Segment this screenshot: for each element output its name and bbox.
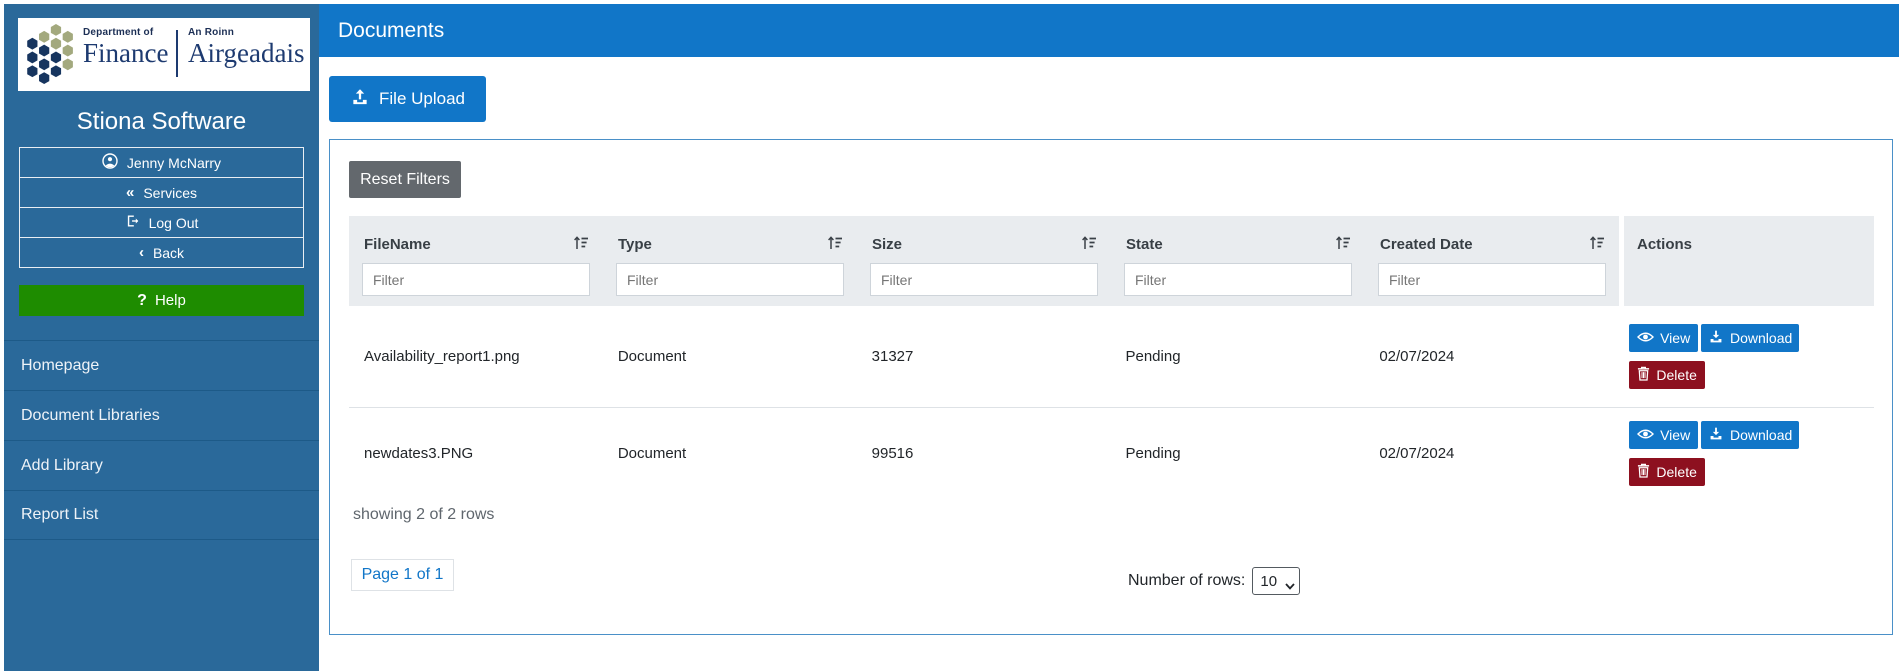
- user-button-label: Jenny McNarry: [126, 154, 222, 171]
- eye-icon: [1637, 427, 1655, 443]
- row-count-summary: showing 2 of 2 rows: [353, 506, 495, 523]
- cell-created-date: 02/07/2024: [1379, 348, 1455, 365]
- cell-type: Document: [617, 444, 687, 462]
- logo-divider: [176, 30, 178, 77]
- help-button-label: Help: [154, 292, 186, 309]
- view-button-label: View: [1660, 330, 1691, 346]
- state-filter-input[interactable]: [1124, 263, 1352, 296]
- sort-icon[interactable]: [827, 235, 843, 256]
- reset-filters-button[interactable]: Reset Filters: [349, 161, 461, 198]
- logout-button-label: Log Out: [148, 214, 199, 231]
- delete-button[interactable]: Delete: [1629, 457, 1706, 486]
- view-button-label: View: [1660, 426, 1691, 443]
- cell-state: Pending: [1125, 444, 1181, 462]
- sidebar-item-report-list[interactable]: Report List: [4, 490, 319, 540]
- column-size-label: Size: [872, 236, 903, 253]
- table-header: FileName Type Size: [349, 216, 1619, 306]
- type-filter-input[interactable]: [616, 263, 844, 296]
- trash-icon: [1637, 463, 1650, 481]
- cell-state: Pending: [1125, 348, 1181, 365]
- question-mark-icon: ?: [137, 291, 147, 309]
- file-upload-button[interactable]: File Upload: [329, 76, 486, 122]
- trash-icon: [1637, 366, 1650, 384]
- cell-size: 99516: [871, 444, 914, 462]
- delete-button-label: Delete: [1656, 463, 1697, 480]
- column-created-date-label: Created Date: [1380, 236, 1473, 253]
- sort-icon[interactable]: [1335, 235, 1351, 256]
- chevron-left-icon: ‹: [138, 244, 144, 261]
- logo-an-roinn: An Roinn: [188, 27, 235, 38]
- user-circle-icon: [102, 153, 118, 172]
- delete-button[interactable]: Delete: [1629, 361, 1706, 389]
- column-filename-label: FileName: [364, 236, 431, 253]
- services-button[interactable]: « Services: [19, 177, 304, 208]
- sidebar: Department of Finance An Roinn Airgeadai…: [4, 4, 319, 671]
- eye-icon: [1637, 330, 1655, 346]
- cell-created-date: 02/07/2024: [1379, 444, 1455, 462]
- column-state-label: State: [1126, 236, 1163, 253]
- column-actions-label: Actions: [1637, 236, 1693, 253]
- view-button[interactable]: View: [1629, 420, 1699, 449]
- column-filename: FileName: [349, 216, 603, 306]
- filename-filter-input[interactable]: [362, 263, 590, 296]
- sort-icon[interactable]: [1081, 235, 1097, 256]
- sidebar-item-homepage[interactable]: Homepage: [4, 340, 319, 390]
- app-title: Stiona Software: [76, 108, 247, 135]
- download-button[interactable]: Download: [1701, 324, 1800, 352]
- sort-icon[interactable]: [1589, 235, 1605, 256]
- finance-logo: Department of Finance An Roinn Airgeadai…: [18, 18, 310, 91]
- table-row: newdates3.PNG Document 99516 Pending 02/…: [349, 407, 1874, 498]
- logout-button[interactable]: Log Out: [19, 207, 304, 238]
- hexagon-flax-icon: [27, 23, 73, 85]
- column-type: Type: [603, 216, 857, 306]
- services-button-label: Services: [143, 184, 198, 201]
- logout-icon: [125, 214, 140, 231]
- cell-type: Document: [617, 348, 687, 365]
- download-button-label: Download: [1730, 426, 1793, 443]
- created-date-filter-input[interactable]: [1378, 263, 1606, 296]
- sidebar-nav: Homepage Document Libraries Add Library …: [4, 340, 319, 540]
- download-icon: [1708, 329, 1724, 347]
- logo-airgeadais: Airgeadais: [188, 38, 305, 68]
- rows-per-page-control: Number of rows: 10: [1128, 567, 1301, 595]
- cell-size: 31327: [871, 348, 914, 365]
- size-filter-input[interactable]: [870, 263, 1098, 296]
- logo-department-of: Department of: [83, 27, 154, 38]
- table-row: Availability_report1.png Document 31327 …: [349, 306, 1874, 407]
- cell-actions: View Download Delete: [1629, 306, 1874, 407]
- sort-icon[interactable]: [573, 235, 589, 256]
- logo-finance: Finance: [83, 38, 169, 68]
- download-button[interactable]: Download: [1701, 420, 1800, 449]
- page-indicator-button[interactable]: Page 1 of 1: [351, 559, 454, 591]
- page-header: Documents: [319, 4, 1899, 57]
- column-created-date: Created Date: [1365, 216, 1619, 306]
- cell-filename: newdates3.PNG: [364, 444, 474, 462]
- column-size: Size: [857, 216, 1111, 306]
- download-icon: [1708, 426, 1724, 444]
- upload-icon: [350, 87, 370, 111]
- view-button[interactable]: View: [1629, 324, 1699, 352]
- delete-button-label: Delete: [1656, 367, 1697, 383]
- double-chevron-left-icon: «: [125, 184, 135, 201]
- help-button[interactable]: ? Help: [19, 285, 304, 316]
- back-button-label: Back: [152, 244, 185, 261]
- rows-per-page-select[interactable]: 10: [1252, 567, 1301, 595]
- rows-per-page-label: Number of rows:: [1128, 572, 1246, 589]
- user-button[interactable]: Jenny McNarry: [19, 147, 304, 178]
- column-type-label: Type: [618, 236, 652, 253]
- documents-panel: Reset Filters FileName Type: [329, 139, 1893, 635]
- sidebar-item-add-library[interactable]: Add Library: [4, 440, 319, 490]
- column-actions: Actions: [1624, 216, 1874, 306]
- file-upload-label: File Upload: [379, 89, 465, 108]
- cell-actions: View Download Delete: [1629, 408, 1874, 498]
- sidebar-item-document-libraries[interactable]: Document Libraries: [4, 390, 319, 440]
- download-button-label: Download: [1730, 330, 1793, 346]
- page-title: Documents: [338, 18, 445, 42]
- column-state: State: [1111, 216, 1365, 306]
- back-button[interactable]: ‹ Back: [19, 237, 304, 268]
- cell-filename: Availability_report1.png: [364, 348, 520, 365]
